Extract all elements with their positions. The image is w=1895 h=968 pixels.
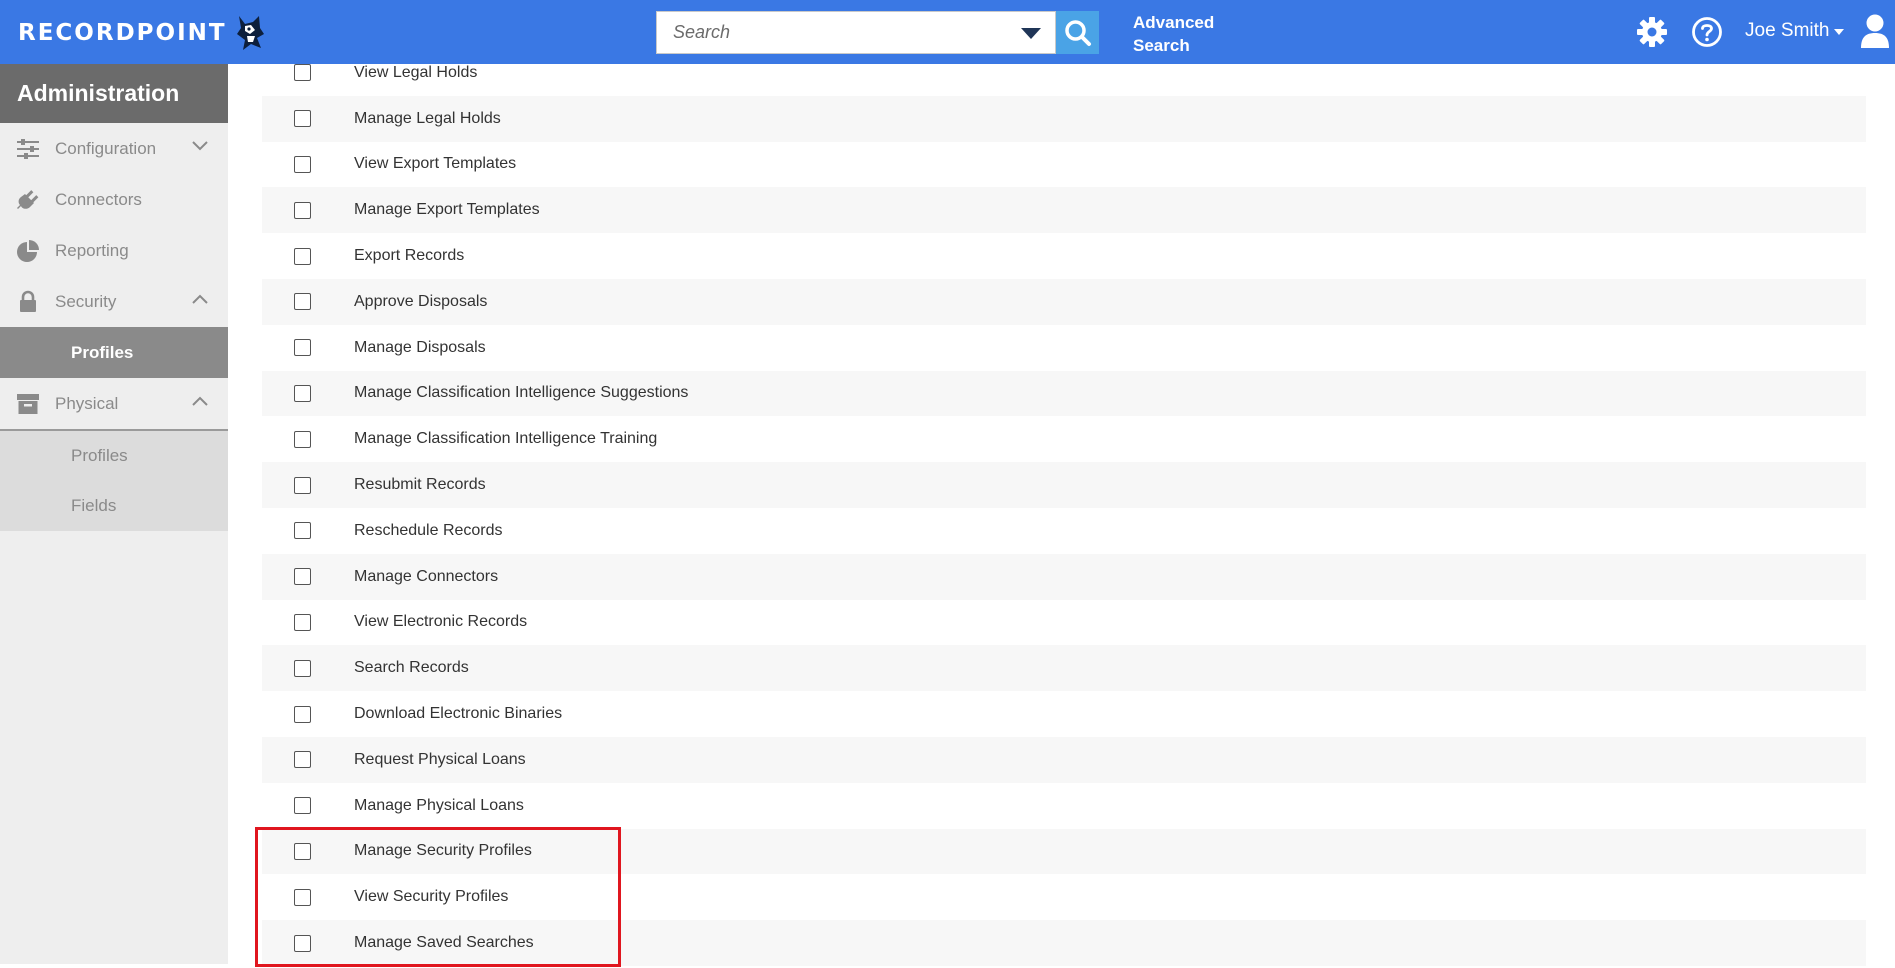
permission-checkbox[interactable] — [294, 293, 311, 311]
sidebar-item-label: Physical — [55, 393, 119, 413]
chevron-down-icon[interactable] — [192, 141, 208, 151]
sidebar-item-physical-profiles[interactable]: Profiles — [0, 431, 228, 481]
permission-row: View Legal Holds — [262, 50, 1866, 96]
permission-checkbox[interactable] — [294, 247, 311, 265]
sidebar-item-physical-fields[interactable]: Fields — [0, 481, 228, 531]
permission-row: Search Records — [262, 645, 1866, 692]
permission-label: View Legal Holds — [354, 63, 478, 81]
chevron-up-icon[interactable] — [192, 396, 208, 406]
pie-chart-icon — [16, 239, 40, 263]
permission-label: View Security Profiles — [354, 888, 509, 906]
permission-label: Manage Disposals — [354, 338, 486, 356]
advanced-search-line1: Advanced — [1133, 13, 1215, 32]
permission-checkbox[interactable] — [294, 934, 311, 952]
permission-label: Manage Classification Intelligence Sugge… — [354, 384, 689, 402]
archive-box-icon — [16, 392, 40, 416]
permission-label: Manage Connectors — [354, 567, 499, 585]
sidebar-item-label: Connectors — [55, 189, 142, 209]
permission-checkbox[interactable] — [294, 842, 311, 860]
sidebar-item-configuration[interactable]: Configuration — [0, 123, 228, 174]
permission-checkbox[interactable] — [294, 797, 311, 815]
permission-checkbox[interactable] — [294, 430, 311, 448]
permission-row: Manage Classification Intelligence Train… — [262, 416, 1866, 462]
permission-label: Resubmit Records — [354, 476, 486, 494]
permission-row: Export Records — [262, 233, 1866, 279]
permission-label: Download Electronic Binaries — [354, 705, 563, 723]
sidebar-item-security[interactable]: Security — [0, 276, 228, 327]
recordpoint-logo[interactable]: RECORDPOINT — [18, 14, 267, 52]
permission-checkbox[interactable] — [294, 888, 311, 906]
permission-label: View Electronic Records — [354, 613, 528, 631]
user-menu[interactable]: Joe Smith — [1745, 20, 1829, 42]
plug-icon — [16, 188, 40, 212]
permission-label: Manage Security Profiles — [354, 842, 532, 860]
user-avatar-icon[interactable] — [1860, 13, 1890, 49]
gear-icon[interactable] — [1636, 16, 1668, 48]
admin-sidebar: Administration Configuration Connectors — [0, 64, 228, 964]
permission-row: Manage Disposals — [262, 325, 1866, 371]
sidebar-item-reporting[interactable]: Reporting — [0, 225, 228, 276]
permission-label: Manage Export Templates — [354, 201, 540, 219]
permissions-list: View Legal Holds Manage Legal Holds View E… — [262, 50, 1866, 966]
permission-checkbox[interactable] — [294, 751, 311, 769]
fox-logo-icon — [236, 16, 264, 50]
permission-row: View Security Profiles — [262, 874, 1866, 920]
permission-row: Manage Connectors — [262, 553, 1866, 600]
permission-checkbox[interactable] — [294, 659, 311, 677]
permission-label: Manage Physical Loans — [354, 796, 524, 814]
physical-submenu: Profiles Fields — [0, 429, 228, 531]
sliders-icon — [16, 137, 40, 161]
search-button[interactable] — [1056, 11, 1099, 54]
search-icon — [1064, 19, 1091, 46]
permission-row: Download Electronic Binaries — [262, 691, 1866, 737]
sidebar-item-security-profiles[interactable]: Profiles — [0, 327, 228, 378]
permission-row: Manage Classification Intelligence Sugge… — [262, 370, 1866, 417]
permission-row: Manage Export Templates — [262, 187, 1866, 234]
sidebar-item-physical[interactable]: Physical — [0, 378, 228, 429]
sidebar-item-label: Security — [55, 291, 117, 311]
permission-checkbox[interactable] — [294, 705, 311, 723]
permission-row: Approve Disposals — [262, 278, 1866, 325]
search-box — [656, 11, 1056, 54]
permission-checkbox[interactable] — [294, 476, 311, 494]
permission-row: View Export Templates — [262, 142, 1866, 188]
permission-checkbox[interactable] — [294, 64, 311, 82]
permission-row: Manage Saved Searches — [262, 920, 1866, 966]
sidebar-item-label: Configuration — [55, 138, 157, 158]
permission-row: Manage Physical Loans — [262, 783, 1866, 829]
permission-label: Manage Classification Intelligence Train… — [354, 430, 658, 448]
search-scope-dropdown-icon[interactable] — [1021, 28, 1041, 39]
user-menu-caret-icon[interactable] — [1834, 29, 1844, 35]
permission-checkbox[interactable] — [294, 201, 311, 219]
permission-checkbox[interactable] — [294, 110, 311, 128]
permission-label: Approve Disposals — [354, 292, 488, 310]
permission-row: View Electronic Records — [262, 600, 1866, 646]
search-input[interactable] — [657, 12, 1017, 53]
sidebar-item-label: Reporting — [55, 240, 129, 260]
sidebar-item-connectors[interactable]: Connectors — [0, 174, 228, 225]
permission-checkbox[interactable] — [294, 613, 311, 631]
permission-row: Manage Legal Holds — [262, 95, 1866, 142]
permission-label: Reschedule Records — [354, 521, 503, 539]
lock-icon — [16, 290, 40, 314]
permission-row: Resubmit Records — [262, 462, 1866, 508]
chevron-up-icon[interactable] — [192, 294, 208, 304]
permission-label: Request Physical Loans — [354, 750, 526, 768]
permission-row: Manage Security Profiles — [262, 828, 1866, 875]
permission-checkbox[interactable] — [294, 522, 311, 540]
help-icon[interactable] — [1691, 16, 1723, 48]
permission-label: Export Records — [354, 247, 465, 265]
sidebar-title: Administration — [0, 64, 228, 123]
permission-row: Request Physical Loans — [262, 736, 1866, 783]
permission-checkbox[interactable] — [294, 339, 311, 357]
logo-text: RECORDPOINT — [18, 20, 227, 46]
permission-label: Search Records — [354, 659, 469, 677]
permission-row: Reschedule Records — [262, 508, 1866, 554]
permission-label: Manage Legal Holds — [354, 109, 501, 127]
permission-label: Manage Saved Searches — [354, 934, 534, 952]
permission-checkbox[interactable] — [294, 568, 311, 586]
permission-checkbox[interactable] — [294, 384, 311, 402]
permission-checkbox[interactable] — [294, 155, 311, 173]
permission-label: View Export Templates — [354, 155, 517, 173]
